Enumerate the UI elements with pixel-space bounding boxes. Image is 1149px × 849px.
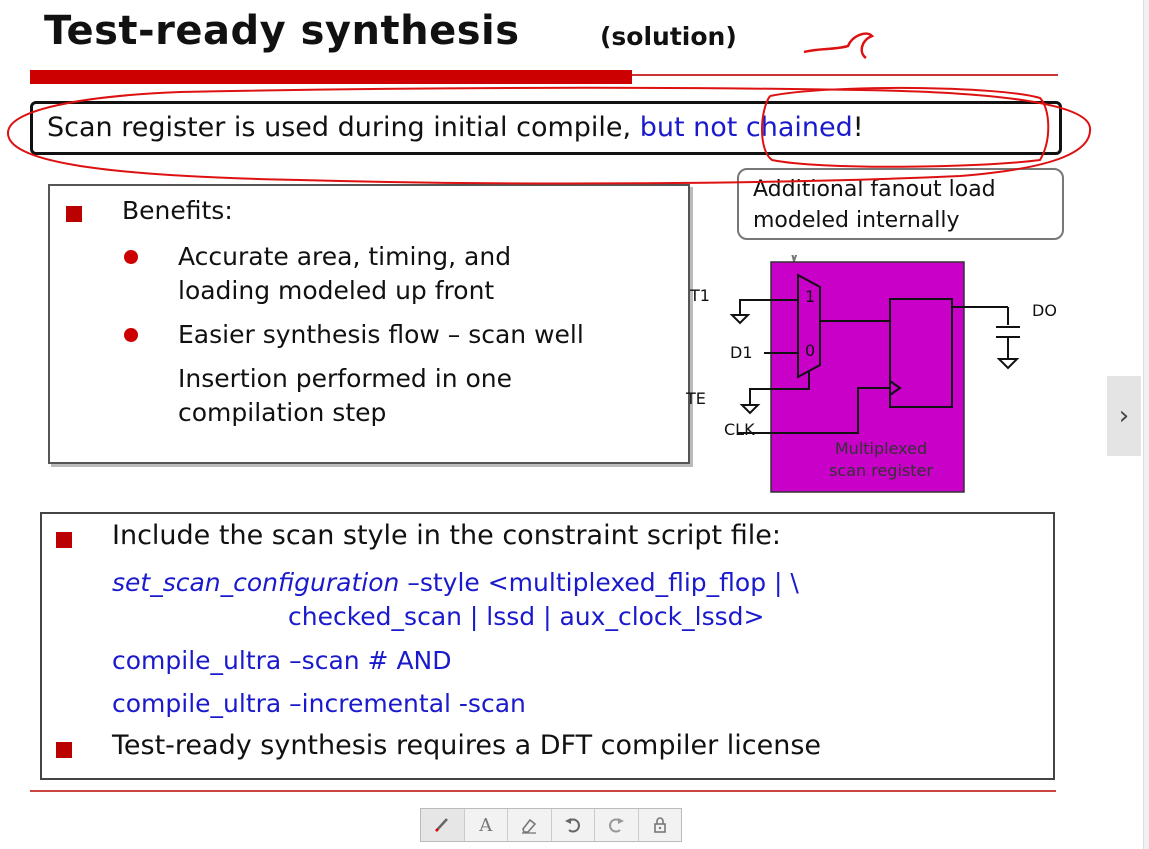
mux-input-1: 1 xyxy=(805,287,816,306)
fanout-callout: Additional fanout load modeled internall… xyxy=(737,168,1064,240)
title-underline-thin xyxy=(632,74,1058,76)
benefit-1-line-1: Accurate area, timing, and xyxy=(178,242,512,271)
te-load-icon xyxy=(739,404,761,415)
pen-icon xyxy=(435,818,449,832)
register-label-2: scan register xyxy=(829,461,933,480)
text-tool-button[interactable]: A xyxy=(465,809,508,841)
next-slide-button[interactable]: › xyxy=(1107,376,1141,456)
key-statement-banner: Scan register is used during initial com… xyxy=(30,101,1062,155)
eraser-icon xyxy=(522,818,537,834)
register-label-1: Multiplexed xyxy=(834,439,928,458)
label-d1: D1 xyxy=(730,343,753,362)
eraser-tool-button[interactable] xyxy=(508,809,552,841)
scan-register-diagram: T1 D1 TE CLK DO 1 0 Multiplexed scan reg… xyxy=(686,237,1149,505)
callout-line-1: Additional fanout load xyxy=(753,177,996,202)
benefit-2-line-3: compilation step xyxy=(178,398,387,427)
banner-highlight: but not chained xyxy=(639,112,853,143)
flip-flop-symbol xyxy=(889,298,953,408)
script-heading: Include the scan style in the constraint… xyxy=(112,520,781,551)
slide-subtitle: (solution) xyxy=(600,22,737,51)
pen-tool-button[interactable] xyxy=(421,809,465,841)
square-bullet-icon xyxy=(56,742,72,758)
banner-text: Scan register is used during initial com… xyxy=(47,112,640,143)
benefits-box: Benefits: Accurate area, timing, and loa… xyxy=(48,184,690,464)
undo-icon xyxy=(564,818,580,833)
benefit-2-line-1: Easier synthesis flow – scan well xyxy=(178,320,584,349)
redo-button[interactable] xyxy=(595,809,639,841)
slide-title: Test-ready synthesis xyxy=(44,8,520,54)
command-continuation: checked_scan | lssd | aux_clock_lssd> xyxy=(288,602,765,631)
benefits-heading: Benefits: xyxy=(122,196,233,225)
command-compile-incremental: compile_ultra –incremental -scan xyxy=(112,689,526,718)
title-underline-bar xyxy=(30,70,632,84)
square-bullet-icon xyxy=(56,532,72,548)
label-clk: CLK xyxy=(724,420,755,439)
mux-input-0: 0 xyxy=(805,341,816,360)
banner-end: ! xyxy=(852,112,864,143)
callout-pointer xyxy=(786,237,804,265)
lock-icon xyxy=(653,817,666,833)
text-icon: A xyxy=(479,814,493,836)
label-t1: T1 xyxy=(690,286,710,305)
benefit-1-line-2: loading modeled up front xyxy=(178,276,495,305)
redo-icon xyxy=(609,818,625,833)
command-name: set_scan_configuration xyxy=(112,568,400,597)
constraint-script-box: Include the scan style in the constraint… xyxy=(40,512,1055,780)
square-bullet-icon xyxy=(66,206,82,222)
command-compile-scan: compile_ultra –scan # AND xyxy=(112,646,452,675)
undo-button[interactable] xyxy=(552,809,595,841)
callout-line-2: modeled internally xyxy=(753,208,960,233)
round-bullet-icon xyxy=(124,328,138,342)
round-bullet-icon xyxy=(124,250,138,264)
page-edge xyxy=(1143,0,1149,849)
lock-button[interactable] xyxy=(639,809,682,841)
label-te: TE xyxy=(686,389,706,408)
chevron-right-icon: › xyxy=(1118,401,1130,431)
license-note: Test-ready synthesis requires a DFT comp… xyxy=(112,730,822,761)
footer-divider xyxy=(30,790,1056,792)
ink-stroke-signature xyxy=(803,32,875,59)
ground-icon xyxy=(996,358,1020,370)
label-do: DO xyxy=(1032,301,1057,320)
t1-load-icon xyxy=(729,314,751,325)
annotation-toolbar: A xyxy=(420,808,682,842)
benefit-2-line-2: Insertion performed in one xyxy=(178,364,513,393)
command-args: –style <multiplexed_flip_flop | \ xyxy=(399,568,799,597)
